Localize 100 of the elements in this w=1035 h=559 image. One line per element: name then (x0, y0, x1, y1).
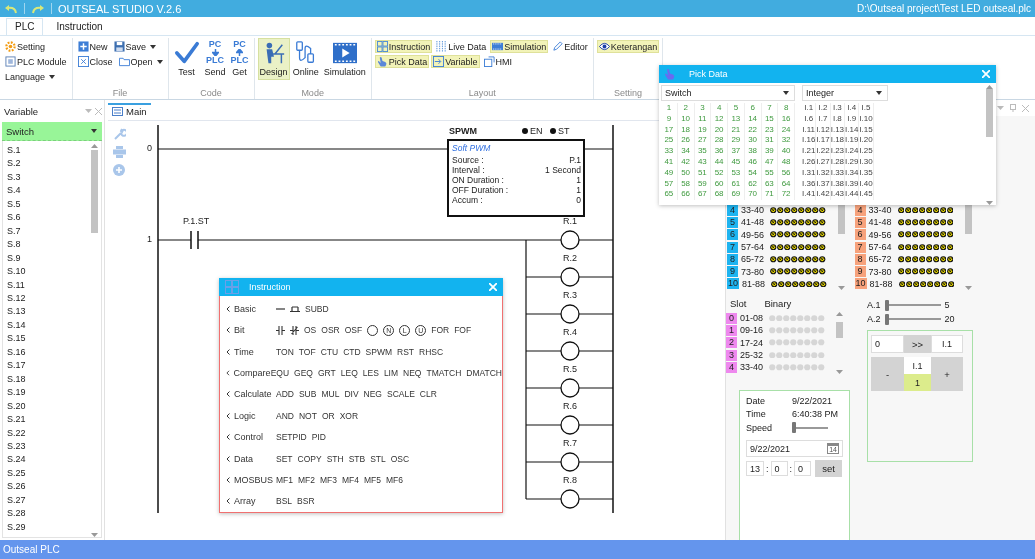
instruction-item[interactable]: SETPID (276, 432, 307, 443)
chevron-icon[interactable] (226, 412, 230, 419)
instruction-item[interactable]: COPY (297, 453, 322, 464)
integer-cell[interactable]: I.45 (859, 189, 874, 201)
integer-cell[interactable]: I.38 (830, 178, 846, 190)
contact-symbol[interactable] (190, 230, 199, 250)
switch-cell[interactable]: 40 (778, 146, 795, 157)
list-item[interactable]: S.2 (7, 157, 90, 171)
integer-cell[interactable]: I.23 (830, 146, 846, 157)
switch-cell[interactable]: 42 (677, 157, 695, 168)
instruction-item[interactable]: MF6 (386, 474, 403, 485)
instruction-item[interactable]: OSR (321, 325, 340, 336)
instruction-item[interactable]: CTD (343, 346, 361, 357)
chevron-icon[interactable] (226, 498, 230, 505)
instruction-item[interactable]: SCALE (387, 389, 415, 400)
scroll-down-icon[interactable] (965, 286, 973, 290)
switch-cell[interactable]: 2 (677, 103, 695, 114)
filter-dropdown[interactable]: Switch (2, 122, 102, 141)
instruction-item[interactable]: STH (326, 453, 344, 464)
integer-cell[interactable]: I.30 (859, 157, 874, 168)
switch-cell[interactable]: 12 (711, 113, 728, 125)
switch-cell[interactable]: 71 (761, 189, 779, 201)
integer-cell[interactable]: I.44 (845, 189, 860, 201)
integer-cell[interactable]: I.10 (859, 113, 874, 125)
list-item[interactable]: S.8 (7, 238, 90, 252)
scroll-down-icon[interactable] (986, 201, 993, 205)
switch-cell[interactable]: 66 (677, 189, 695, 201)
switch-cell[interactable]: 49 (661, 167, 678, 179)
instruction-item[interactable]: OSC (390, 453, 410, 464)
integer-cell[interactable]: I.29 (845, 157, 860, 168)
switch-cell[interactable]: 35 (694, 146, 712, 157)
list-item[interactable]: S.25 (7, 466, 90, 481)
integer-cell[interactable]: I.15 (859, 124, 874, 136)
integer-cell[interactable]: I.32 (816, 167, 831, 179)
slider-thumb[interactable] (884, 299, 889, 311)
instruction-item[interactable]: FOR (431, 325, 450, 336)
integer-cell[interactable]: I.22 (816, 146, 831, 157)
list-item[interactable]: S.27 (7, 493, 90, 508)
toggle-button[interactable]: Editor (550, 40, 590, 53)
switch-cell[interactable]: 65 (661, 189, 678, 201)
switch-cell[interactable]: 32 (778, 135, 795, 147)
integer-cell[interactable]: I.7 (816, 113, 831, 125)
scroll-down-icon[interactable] (91, 533, 98, 537)
switch-cell[interactable]: 58 (677, 178, 695, 190)
switch-cell[interactable]: 45 (728, 157, 745, 168)
switch-cell[interactable]: 72 (778, 189, 795, 201)
scrollbar-thumb[interactable] (837, 204, 845, 234)
switch-cell[interactable]: 47 (761, 157, 779, 168)
instruction-item[interactable]: NEQ (403, 367, 422, 378)
switch-cell[interactable]: 43 (694, 157, 712, 168)
switch-cell[interactable]: 26 (677, 135, 695, 147)
integer-cell[interactable]: I.8 (830, 113, 846, 125)
integer-cell[interactable]: I.37 (816, 178, 831, 190)
instruction-item[interactable]: OS (304, 325, 317, 336)
switch-cell[interactable]: 38 (744, 146, 762, 157)
list-item[interactable]: S.21 (7, 413, 90, 427)
line-icon[interactable] (276, 307, 285, 310)
switch-cell[interactable]: 6 (744, 103, 762, 114)
integer-cell[interactable]: I.16 (802, 135, 817, 147)
scroll-down-icon[interactable] (837, 286, 845, 290)
list-item[interactable]: S.4 (7, 184, 90, 198)
switch-cell[interactable]: 22 (744, 124, 762, 136)
list-item[interactable]: S.3 (7, 170, 90, 185)
switch-cell[interactable]: 61 (728, 178, 745, 190)
switch-cell[interactable]: 23 (761, 124, 779, 136)
contact-nc-icon[interactable] (290, 325, 299, 335)
toggle-button[interactable]: Live Data (434, 40, 489, 53)
list-item[interactable]: S.26 (7, 480, 90, 494)
integer-cell[interactable]: I.1 (802, 103, 817, 114)
value-field[interactable]: 0 (871, 335, 904, 353)
switch-cell[interactable]: 50 (677, 167, 695, 179)
switch-cell[interactable]: 64 (778, 178, 795, 190)
list-item[interactable]: S.16 (7, 345, 90, 360)
scroll-down-icon[interactable] (835, 370, 843, 374)
instruction-item[interactable]: ADD (276, 389, 294, 400)
switch-cell[interactable]: 15 (761, 113, 779, 125)
switch-cell[interactable]: 51 (694, 167, 712, 179)
instruction-item[interactable]: STL (370, 453, 386, 464)
ribbon-button[interactable]: New (75, 40, 110, 53)
switch-cell[interactable]: 60 (711, 178, 728, 190)
instruction-item[interactable]: SPWM (365, 346, 393, 357)
integer-cell[interactable]: I.13 (830, 124, 846, 136)
ribbon-button[interactable]: Save (111, 40, 159, 53)
function-block[interactable]: Soft PWM Source : P.1 Interval : 1 Second ON Duration : 1 OFF Duration : 1 Accum : 0 (447, 139, 585, 217)
instruction-item[interactable]: NEG (363, 389, 382, 400)
chevron-icon[interactable] (226, 476, 230, 483)
instruction-item[interactable]: LIM (383, 367, 399, 378)
instruction-item[interactable]: LES (362, 367, 379, 378)
switch-cell[interactable]: 69 (728, 189, 745, 201)
switch-cell[interactable]: 57 (661, 178, 678, 190)
instruction-item[interactable]: DIV (344, 389, 359, 400)
list-item[interactable]: S.12 (7, 292, 90, 306)
ribbon-button[interactable]: PC PLC Send (202, 38, 228, 80)
branch-icon[interactable] (290, 305, 300, 312)
switch-cell[interactable]: 28 (711, 135, 728, 147)
integer-cell[interactable]: I.25 (859, 146, 874, 157)
menu-tab[interactable]: Instruction (47, 18, 112, 35)
contact-icon[interactable] (276, 325, 285, 335)
switch-cell[interactable]: 30 (744, 135, 762, 147)
instruction-item[interactable]: STB (348, 453, 366, 464)
